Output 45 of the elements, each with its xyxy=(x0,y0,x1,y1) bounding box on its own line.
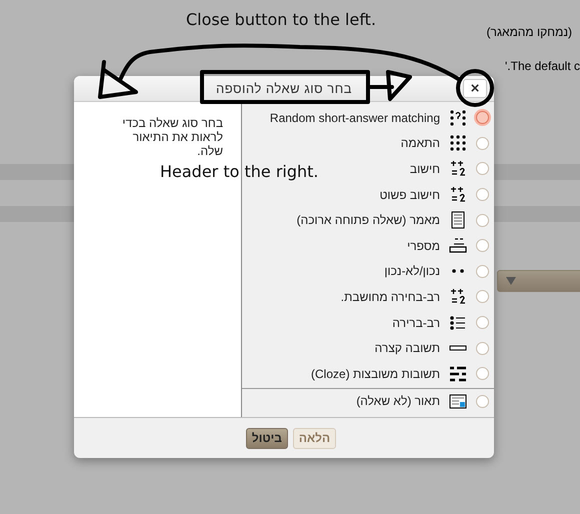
form-icon xyxy=(449,392,467,410)
option-label: חישוב פשוט xyxy=(380,188,440,202)
radio-button[interactable] xyxy=(476,394,489,408)
option-label: התאמה xyxy=(400,136,440,150)
description-text: בחר סוג שאלה בכדי לראות את התיאור שלה. xyxy=(121,116,223,158)
formula-icon xyxy=(449,160,467,178)
option-label: Random short-answer matching xyxy=(270,110,440,125)
formula-icon xyxy=(449,186,467,204)
close-button[interactable]: × xyxy=(463,79,487,98)
page-text: '.The default c xyxy=(505,59,580,73)
option-label: תאור (לא שאלה) xyxy=(356,394,440,408)
option-label: תשובות משובצות (Cloze) xyxy=(311,366,440,381)
dots-icon xyxy=(449,268,467,274)
dots-icon xyxy=(449,134,467,152)
dialog-button[interactable]: ביטול xyxy=(246,428,288,448)
radio-button[interactable] xyxy=(476,136,489,150)
field-icon xyxy=(449,345,467,352)
radio-button[interactable] xyxy=(476,214,489,227)
formula-icon xyxy=(449,288,467,306)
dots-icon xyxy=(449,108,467,127)
option-label: מספרי xyxy=(407,238,440,253)
document-icon xyxy=(449,211,467,230)
annotation-text: Header to the right. xyxy=(160,162,319,181)
radio-button[interactable] xyxy=(476,264,489,278)
dropdown[interactable] xyxy=(497,270,580,292)
radio-button[interactable] xyxy=(476,290,489,304)
radio-button[interactable] xyxy=(476,316,489,330)
page-text: (נמחקו מהמאגר) xyxy=(486,25,572,39)
radio-button[interactable] xyxy=(476,367,489,380)
radio-button[interactable] xyxy=(476,111,489,124)
caret-icon xyxy=(506,277,516,285)
option-label: רב-בחירה מחושבת. xyxy=(340,290,440,304)
dialog-title: בחר סוג שאלה להוספה xyxy=(216,81,352,96)
radio-button[interactable] xyxy=(476,239,489,252)
radio-button[interactable] xyxy=(476,342,489,355)
list-icon xyxy=(449,314,467,332)
option-label: תשובה קצרה xyxy=(374,341,440,356)
option-label: רב-ברירה xyxy=(392,316,440,330)
radio-button[interactable] xyxy=(476,188,489,202)
radio-button[interactable] xyxy=(476,162,489,176)
option-label: נכון/לא-נכון xyxy=(384,264,440,278)
option-label: חישוב xyxy=(410,162,440,176)
grid-icon xyxy=(449,364,467,383)
option-label: מאמר (שאלה פתוחה ארוכה) xyxy=(296,213,440,228)
annotation-text: Close button to the left. xyxy=(186,10,376,29)
